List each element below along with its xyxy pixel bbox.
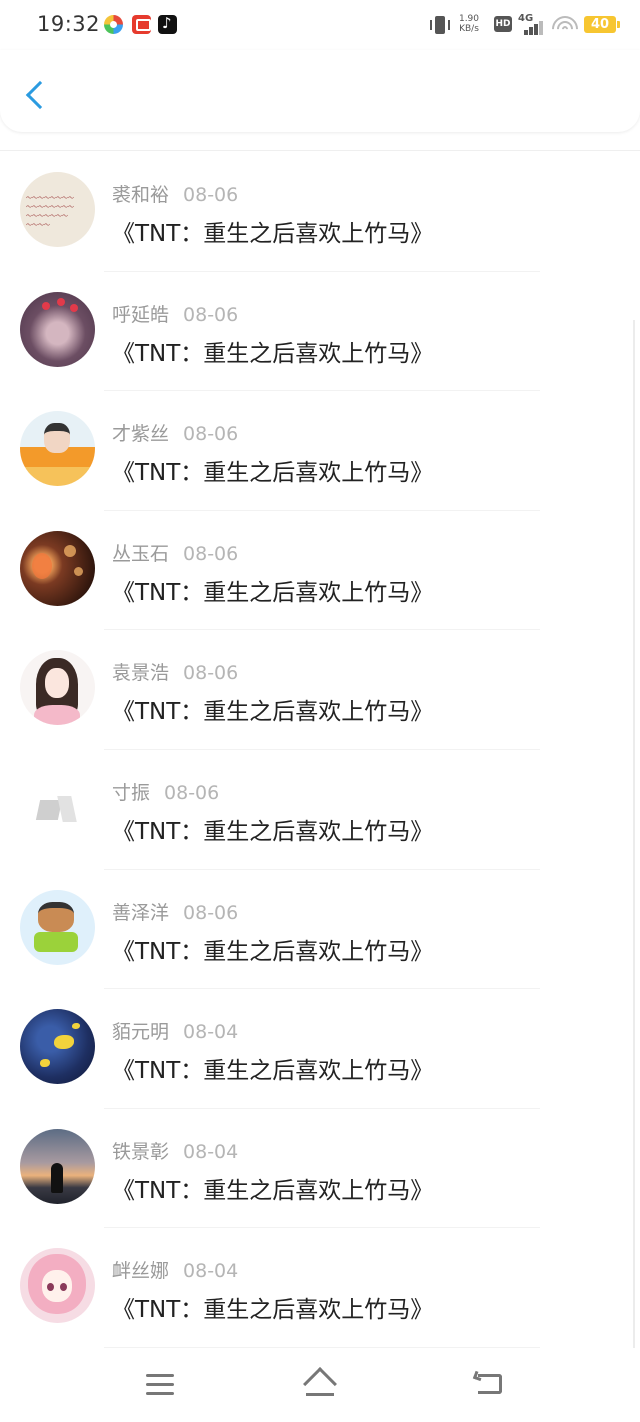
list-item[interactable]: 丛玉石 08-06 《TNT：重生之后喜欢上竹马》 — [0, 511, 640, 631]
network-speed: 1.90 KB/s — [454, 14, 484, 34]
clock: 19:32 — [37, 12, 101, 36]
avatar[interactable]: ～～～～～～～～ ～～～～～～～～ ～～～～～～～ ～～～～ — [20, 172, 95, 247]
network-speed-unit: KB/s — [459, 24, 479, 34]
comment-list: ～～～～～～～～ ～～～～～～～～ ～～～～～～～ ～～～～ 裘和裕 08-06 《TN… — [0, 152, 640, 1348]
top-bar — [0, 50, 640, 132]
menu-icon[interactable] — [146, 1374, 174, 1396]
user-name[interactable]: 呼延皓 — [112, 304, 169, 326]
divider — [0, 150, 640, 151]
avatar[interactable] — [20, 1248, 95, 1324]
vibrate-icon — [429, 15, 451, 35]
book-title[interactable]: 《TNT：重生之后喜欢上竹马》 — [112, 1290, 433, 1324]
book-title[interactable]: 《TNT：重生之后喜欢上竹马》 — [112, 334, 433, 368]
book-title[interactable]: 《TNT：重生之后喜欢上竹马》 — [112, 453, 433, 487]
book-title[interactable]: 《TNT：重生之后喜欢上竹马》 — [112, 573, 433, 607]
list-item[interactable]: 善泽洋 08-06 《TNT：重生之后喜欢上竹马》 — [0, 870, 640, 990]
home-icon[interactable] — [302, 1367, 338, 1401]
chevron-left-icon[interactable] — [18, 76, 52, 116]
avatar[interactable] — [20, 769, 95, 845]
wifi-icon — [546, 10, 584, 48]
avatar[interactable] — [20, 889, 95, 965]
network-speed-value: 1.90 — [458, 14, 480, 24]
list-item[interactable]: ～～～～～～～～ ～～～～～～～～ ～～～～～～～ ～～～～ 裘和裕 08-06 《TN… — [0, 152, 640, 272]
user-name[interactable]: 寸振 — [112, 782, 150, 804]
list-item[interactable]: 呼延皓 08-06 《TNT：重生之后喜欢上竹马》 — [0, 272, 640, 392]
app-notification-icon — [104, 15, 123, 34]
user-name[interactable]: 袁景浩 — [112, 662, 169, 684]
hd-icon: HD — [494, 16, 512, 32]
list-item[interactable]: 衅丝娜 08-04 《TNT：重生之后喜欢上竹马》 — [0, 1228, 640, 1348]
book-title[interactable]: 《TNT：重生之后喜欢上竹马》 — [112, 692, 433, 726]
user-name[interactable]: 才紫丝 — [112, 423, 169, 445]
date: 08-06 — [183, 423, 239, 446]
avatar[interactable] — [20, 530, 95, 606]
date: 08-04 — [183, 1021, 239, 1044]
book-title[interactable]: 《TNT：重生之后喜欢上竹马》 — [112, 1051, 433, 1085]
list-item[interactable]: 才紫丝 08-06 《TNT：重生之后喜欢上竹马》 — [0, 391, 640, 511]
status-bar: 19:32 1.90 KB/s HD 4G 40 — [0, 0, 640, 50]
list-item[interactable]: 貊元明 08-04 《TNT：重生之后喜欢上竹马》 — [0, 989, 640, 1109]
user-name[interactable]: 衅丝娜 — [112, 1260, 169, 1282]
user-name[interactable]: 貊元明 — [112, 1021, 169, 1043]
user-name[interactable]: 铁景彰 — [112, 1141, 169, 1163]
user-name[interactable]: 裘和裕 — [112, 184, 169, 206]
date: 08-06 — [183, 542, 239, 565]
tiktok-icon — [158, 14, 177, 34]
date: 08-04 — [183, 1260, 239, 1283]
list-item[interactable]: 袁景浩 08-06 《TNT：重生之后喜欢上竹马》 — [0, 630, 640, 750]
avatar[interactable] — [20, 650, 95, 726]
list-item[interactable]: 寸振 08-06 《TNT：重生之后喜欢上竹马》 — [0, 750, 640, 870]
date: 08-04 — [183, 1140, 239, 1163]
book-title[interactable]: 《TNT：重生之后喜欢上竹马》 — [112, 1171, 433, 1205]
avatar[interactable] — [20, 1128, 95, 1204]
avatar[interactable] — [20, 291, 95, 367]
system-nav-bar — [0, 1348, 640, 1422]
date: 08-06 — [183, 901, 239, 924]
book-title[interactable]: 《TNT：重生之后喜欢上竹马》 — [112, 812, 433, 846]
avatar[interactable] — [20, 1009, 95, 1085]
back-icon[interactable] — [472, 1370, 504, 1396]
user-name[interactable]: 丛玉石 — [112, 543, 169, 565]
list-item[interactable]: 铁景彰 08-04 《TNT：重生之后喜欢上竹马》 — [0, 1109, 640, 1229]
book-title[interactable]: 《TNT：重生之后喜欢上竹马》 — [112, 214, 433, 248]
cellular-signal-icon: 4G — [518, 13, 546, 35]
book-title[interactable]: 《TNT：重生之后喜欢上竹马》 — [112, 932, 433, 966]
date: 08-06 — [183, 184, 239, 206]
date: 08-06 — [183, 662, 239, 685]
battery-icon: 40 — [584, 16, 620, 33]
user-name[interactable]: 善泽洋 — [112, 902, 169, 924]
app-notification-icon — [132, 15, 151, 34]
date: 08-06 — [183, 303, 239, 326]
network-type: 4G — [518, 13, 534, 24]
avatar[interactable] — [20, 411, 95, 487]
date: 08-06 — [164, 781, 220, 804]
